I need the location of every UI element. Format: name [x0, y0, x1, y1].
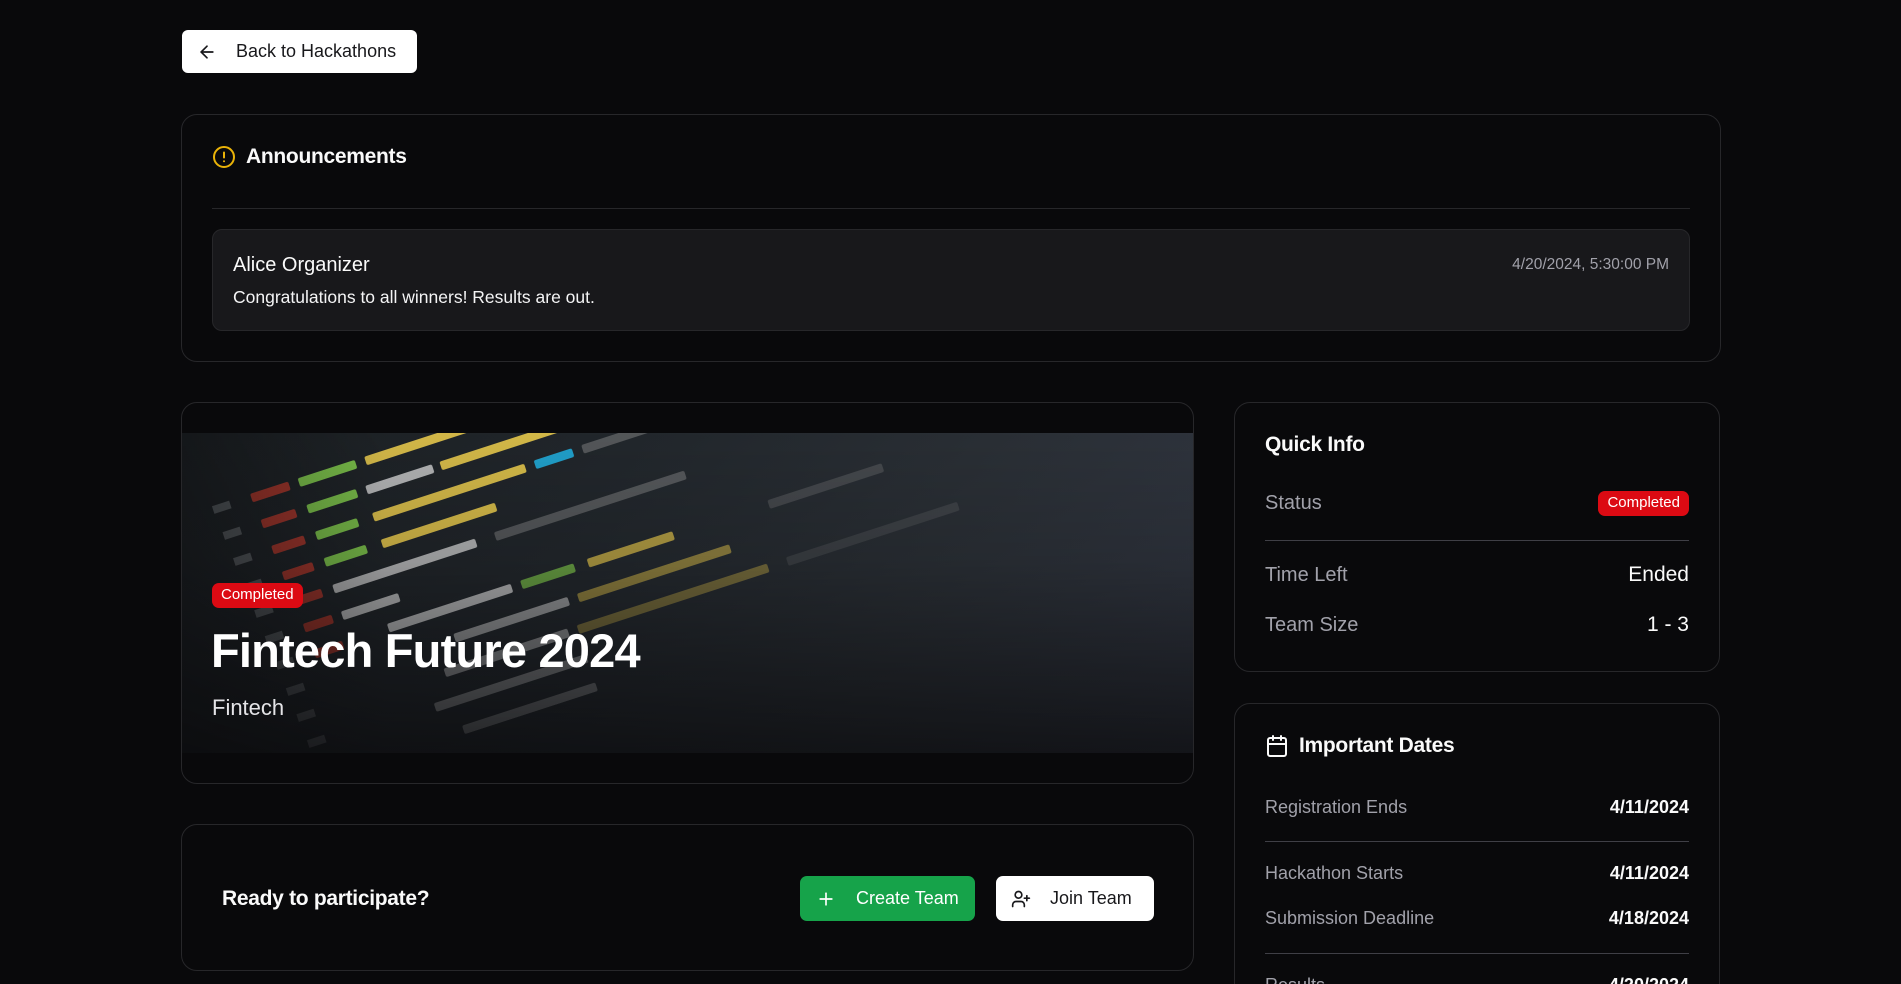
important-dates-title: Important Dates — [1299, 734, 1455, 757]
quick-info-team-size-row: Team Size 1 - 3 — [1265, 613, 1689, 637]
back-to-hackathons-button[interactable]: Back to Hackathons — [182, 30, 417, 73]
announcements-divider — [212, 208, 1690, 209]
announcements-title: Announcements — [246, 145, 407, 168]
date-label: Submission Deadline — [1265, 908, 1435, 928]
important-dates-card: Important Dates Registration Ends 4/11/2… — [1234, 703, 1720, 984]
status-badge: Completed — [1598, 491, 1689, 516]
alert-circle-icon — [212, 145, 236, 169]
important-dates-header: Important Dates — [1265, 734, 1455, 758]
date-value: 4/11/2024 — [1609, 863, 1689, 883]
quick-info-title: Quick Info — [1265, 433, 1365, 456]
dates-divider — [1265, 841, 1689, 842]
hackathon-category: Fintech — [212, 695, 285, 720]
calendar-icon — [1265, 734, 1289, 758]
back-button-label: Back to Hackathons — [236, 41, 397, 61]
hackathon-banner: Completed Fintech Future 2024 Fintech — [182, 433, 1193, 753]
join-team-button[interactable]: Join Team — [996, 876, 1154, 921]
participate-card: Ready to participate? Create Team Join T… — [181, 824, 1194, 971]
date-row-submission-deadline: Submission Deadline 4/18/2024 — [1265, 908, 1689, 929]
time-left-value: Ended — [1628, 563, 1689, 586]
time-left-label: Time Left — [1265, 563, 1348, 586]
announcement-message: Congratulations to all winners! Results … — [233, 287, 595, 307]
date-label: Results — [1265, 975, 1325, 984]
hackathon-hero-card: Completed Fintech Future 2024 Fintech — [181, 402, 1194, 784]
announcement-author: Alice Organizer — [233, 254, 370, 276]
date-value: 4/11/2024 — [1609, 797, 1689, 817]
create-team-button[interactable]: Create Team — [800, 876, 975, 921]
date-row-hackathon-starts: Hackathon Starts 4/11/2024 — [1265, 863, 1689, 884]
team-size-value: 1 - 3 — [1646, 613, 1689, 636]
quick-info-card: Quick Info Status Completed Time Left En… — [1234, 402, 1720, 672]
date-row-registration-ends: Registration Ends 4/11/2024 — [1265, 797, 1689, 818]
date-value: 4/18/2024 — [1608, 908, 1689, 928]
date-label: Hackathon Starts — [1265, 863, 1404, 883]
quick-info-time-left-row: Time Left Ended — [1265, 563, 1689, 587]
announcements-card: Announcements Alice Organizer Congratula… — [181, 114, 1721, 362]
date-row-results: Results 4/20/2024 — [1265, 975, 1689, 984]
join-team-label: Join Team — [1050, 888, 1132, 908]
plus-icon — [816, 889, 836, 909]
user-plus-icon — [1011, 889, 1031, 909]
hackathon-title: Fintech Future 2024 — [211, 624, 641, 677]
announcement-timestamp: 4/20/2024, 5:30:00 PM — [1512, 256, 1669, 273]
team-size-label: Team Size — [1265, 613, 1359, 636]
announcements-header: Announcements — [212, 145, 407, 169]
date-value: 4/20/2024 — [1609, 975, 1689, 984]
hackathon-detail-page: Back to Hackathons Announcements Alice O… — [0, 0, 1901, 984]
dates-divider — [1265, 953, 1689, 954]
announcement-item: Alice Organizer Congratulations to all w… — [212, 229, 1690, 331]
participate-title: Ready to participate? — [222, 887, 430, 910]
date-label: Registration Ends — [1265, 797, 1408, 817]
quick-info-status-row: Status Completed — [1265, 491, 1689, 516]
status-label: Status — [1265, 492, 1322, 514]
quick-info-divider — [1265, 540, 1689, 541]
status-badge: Completed — [212, 583, 303, 608]
create-team-label: Create Team — [856, 888, 959, 908]
arrow-left-icon — [197, 42, 217, 62]
